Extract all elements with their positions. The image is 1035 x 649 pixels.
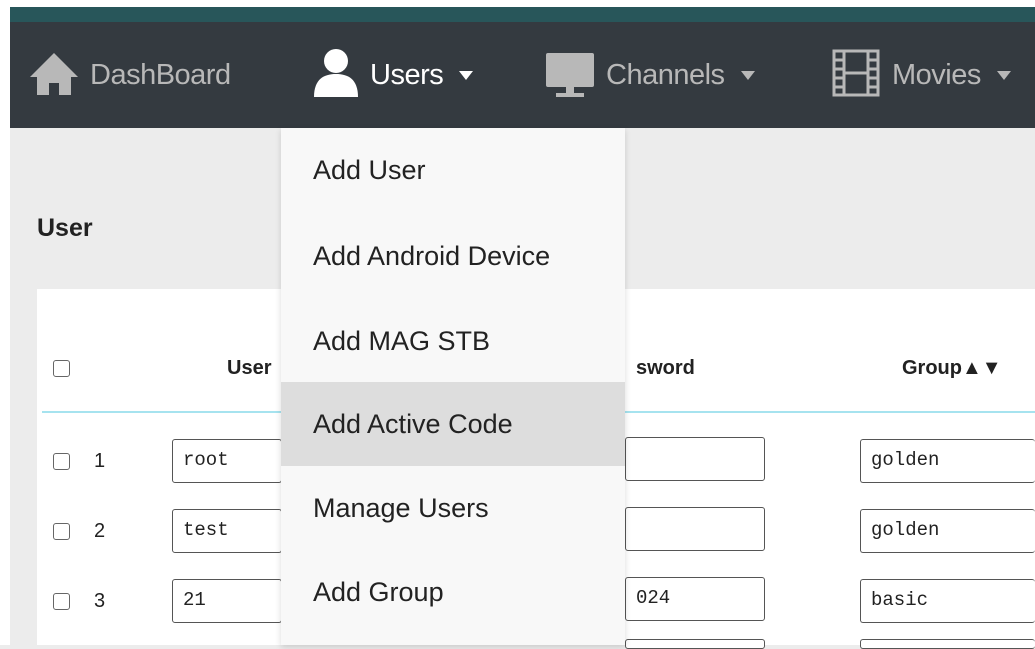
username-input[interactable]: 21 xyxy=(172,579,282,623)
users-dropdown-menu: Add User Add Android Device Add MAG STB … xyxy=(281,128,625,645)
nav-users-label: Users xyxy=(370,58,444,91)
menu-item-add-user[interactable]: Add User xyxy=(281,128,625,212)
select-all-checkbox[interactable] xyxy=(53,360,70,377)
password-input[interactable] xyxy=(625,437,765,481)
group-input[interactable]: basic xyxy=(860,579,1035,623)
username-input[interactable]: test xyxy=(172,509,282,553)
row-number: 1 xyxy=(94,450,106,472)
row-number: 2 xyxy=(94,520,106,542)
row-checkbox[interactable] xyxy=(53,593,70,610)
chevron-down-icon xyxy=(740,70,755,80)
menu-item-add-group[interactable]: Add Group xyxy=(281,550,625,634)
row-number: 3 xyxy=(94,590,106,612)
password-input[interactable]: 024 xyxy=(625,577,765,621)
chevron-down-icon xyxy=(459,70,474,80)
window-frame-left xyxy=(0,0,10,645)
password-input[interactable] xyxy=(625,507,765,551)
menu-item-manage-users[interactable]: Manage Users xyxy=(281,466,625,550)
username-input[interactable]: root xyxy=(172,439,282,483)
header-accent-bar xyxy=(10,7,1035,22)
menu-item-add-mag-stb[interactable]: Add MAG STB xyxy=(281,299,625,383)
nav-dashboard-label: DashBoard xyxy=(90,58,231,91)
chevron-down-icon xyxy=(996,70,1011,80)
password-input[interactable] xyxy=(625,639,765,649)
top-navbar: DashBoard Users Channels Movies xyxy=(10,22,1035,128)
film-icon xyxy=(830,47,882,104)
group-input[interactable]: golden xyxy=(860,509,1035,553)
group-input[interactable] xyxy=(860,639,1035,649)
nav-channels-label: Channels xyxy=(606,58,725,91)
window-frame-top xyxy=(10,0,1035,7)
menu-item-add-android-device[interactable]: Add Android Device xyxy=(281,214,625,298)
user-icon xyxy=(312,47,360,104)
row-checkbox[interactable] xyxy=(53,453,70,470)
nav-movies[interactable]: Movies xyxy=(830,22,1011,128)
nav-channels[interactable]: Channels xyxy=(544,22,755,128)
nav-movies-label: Movies xyxy=(892,58,981,91)
nav-users[interactable]: Users xyxy=(312,22,474,128)
monitor-icon xyxy=(544,47,596,104)
home-icon xyxy=(28,47,80,104)
column-header-user[interactable]: User xyxy=(227,357,271,380)
menu-item-add-active-code[interactable]: Add Active Code xyxy=(281,382,625,466)
page-title: User xyxy=(37,214,93,242)
column-header-group[interactable]: Group▲▼ xyxy=(902,357,1002,380)
row-checkbox[interactable] xyxy=(53,523,70,540)
nav-dashboard[interactable]: DashBoard xyxy=(28,22,231,128)
group-input[interactable]: golden xyxy=(860,439,1035,483)
column-header-password[interactable]: sword xyxy=(636,357,695,380)
